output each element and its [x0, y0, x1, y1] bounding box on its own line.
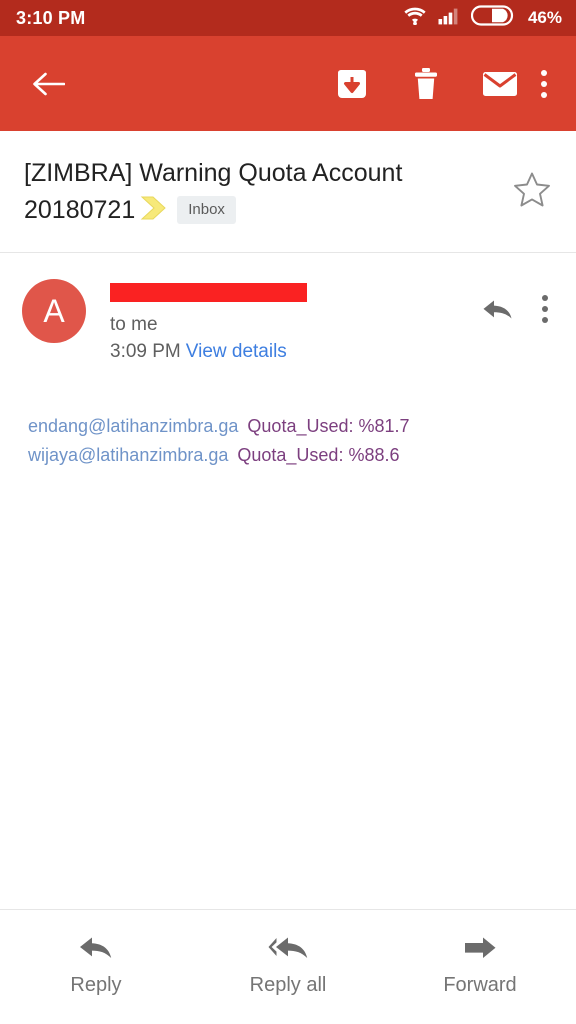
overflow-dot [541, 80, 547, 87]
back-arrow-icon [33, 72, 65, 95]
quota-account-email[interactable]: wijaya@latihanzimbra.ga [28, 445, 228, 465]
cellular-signal-icon [438, 6, 460, 30]
forward-arrow-icon [465, 937, 496, 958]
reply-all-arrow-icon [268, 937, 308, 958]
wifi-icon [403, 6, 427, 30]
star-button[interactable] [506, 163, 558, 215]
quota-used-value: Quota_Used: %81.7 [247, 416, 410, 436]
view-details-link[interactable]: View details [186, 341, 287, 362]
reply-all-button[interactable]: Reply all [192, 933, 384, 997]
forward-button[interactable]: Forward [384, 933, 576, 997]
mail-envelope-icon [483, 71, 517, 96]
importance-marker-icon[interactable] [140, 195, 170, 232]
message-overflow-button[interactable] [528, 285, 562, 333]
message-reply-button[interactable] [474, 285, 522, 333]
forward-label: Forward [443, 974, 517, 996]
message-time: 3:09 PM [110, 341, 181, 362]
overflow-dot [541, 69, 547, 76]
delete-button[interactable] [400, 58, 452, 110]
status-bar-clock: 3:10 PM [16, 7, 86, 28]
subject-section: [ZIMBRA] Warning Quota Account 20180721 I… [0, 131, 576, 253]
status-bar-indicators: 46% [403, 5, 562, 31]
back-button[interactable] [22, 58, 74, 110]
overflow-dot [542, 295, 548, 301]
status-bar: 3:10 PM 46% [0, 0, 576, 36]
subject-line-2: 20180721 [24, 196, 136, 224]
reply-arrow-icon [483, 300, 512, 319]
reply-button[interactable]: Reply [0, 933, 192, 997]
email-detail-screen: 3:10 PM 46% [ZIMBRA] Warning Quota Accou… [0, 0, 576, 1024]
quota-used-value: Quota_Used: %88.6 [237, 445, 400, 465]
overflow-dot [542, 306, 548, 312]
battery-icon [470, 5, 515, 31]
quota-account-email[interactable]: endang@latihanzimbra.ga [28, 416, 238, 436]
app-toolbar [0, 36, 576, 131]
reply-all-label: Reply all [249, 974, 327, 996]
message-header-actions [474, 279, 562, 333]
sender-meta: to me 3:09 PM View details [86, 279, 474, 365]
quota-row: endang@latihanzimbra.ga Quota_Used: %81.7 [28, 412, 556, 441]
overflow-dot [541, 91, 547, 98]
reply-arrow-icon [80, 937, 112, 958]
quota-row: wijaya@latihanzimbra.ga Quota_Used: %88.6 [28, 441, 556, 470]
message-header: A to me 3:09 PM View details [0, 253, 576, 365]
avatar[interactable]: A [22, 279, 86, 343]
message-body: endang@latihanzimbra.ga Quota_Used: %81.7… [0, 365, 576, 909]
message-action-bar: Reply Reply all Forward [0, 909, 576, 1024]
star-outline-icon [514, 172, 550, 207]
battery-percent-label: 46% [527, 8, 562, 27]
trash-icon [415, 67, 437, 99]
reply-label: Reply [70, 974, 122, 996]
page-title: [ZIMBRA] Warning Quota Account 20180721 I… [24, 155, 506, 232]
move-to-box-icon [338, 69, 366, 98]
archive-button[interactable] [326, 58, 378, 110]
toolbar-overflow-button[interactable] [526, 58, 562, 110]
subject-line-1: [ZIMBRA] Warning Quota Account [24, 159, 403, 187]
overflow-dot [542, 317, 548, 323]
inbox-label-chip[interactable]: Inbox [177, 196, 236, 224]
mark-unread-button[interactable] [474, 58, 526, 110]
sender-name-redacted [110, 283, 307, 302]
recipient-label: to me [110, 314, 158, 335]
message-time-row: 3:09 PM View details [110, 338, 474, 365]
